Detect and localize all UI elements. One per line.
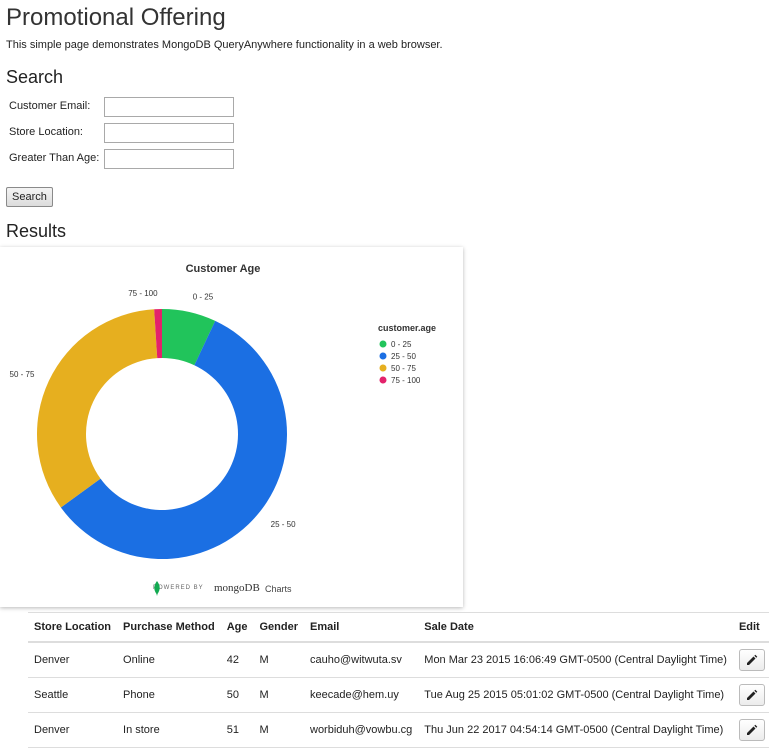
legend-title: customer.age [378, 323, 436, 333]
header-gender: Gender [253, 612, 304, 643]
cell-gender: M [253, 642, 304, 678]
cell-store-location: Denver [28, 712, 118, 748]
legend-label[interactable]: 50 - 75 [391, 364, 416, 373]
search-heading: Search [6, 67, 64, 87]
slice-label: 0 - 25 [193, 292, 214, 301]
legend-label[interactable]: 25 - 50 [391, 352, 416, 361]
legend-swatch [379, 376, 387, 384]
pencil-icon [746, 654, 758, 665]
customer-email-input[interactable] [104, 97, 234, 117]
cell-sale-date: Tue Aug 25 2015 05:01:02 GMT-0500 (Centr… [418, 677, 733, 713]
table-row: Denver In store 51 M worbiduh@vowbu.cg T… [28, 712, 769, 748]
store-location-input[interactable] [104, 123, 234, 143]
cell-purchase-method: Phone [117, 677, 221, 713]
edit-button[interactable] [738, 719, 765, 741]
slice-label: 50 - 75 [10, 370, 35, 379]
cell-edit [732, 677, 769, 713]
cell-store-location: Seattle [28, 677, 118, 713]
header-sale-date: Sale Date [418, 612, 733, 643]
greater-than-age-label: Greater Than Age: [9, 152, 100, 164]
legend-swatch [379, 340, 387, 348]
header-age: Age [220, 612, 254, 643]
table-row: Denver Online 42 M cauho@witwuta.sv Mon … [28, 642, 769, 678]
table-row: Seattle Phone 50 M keecade@hem.uy Tue Au… [28, 677, 769, 713]
results-table: Store Location Purchase Method Age Gende… [28, 612, 769, 748]
cell-email: keecade@hem.uy [304, 677, 419, 713]
legend-items: 0 - 25 25 - 50 50 - 75 75 - 100 [379, 340, 421, 385]
cell-purchase-method: In store [117, 712, 221, 748]
chart-title: Customer Age [186, 263, 261, 275]
cell-age: 50 [220, 677, 254, 713]
chart-slices [37, 309, 287, 559]
store-location-label: Store Location: [9, 126, 83, 138]
page: Promotional Offering This simple page de… [0, 0, 769, 749]
customer-age-chart: Customer Age 0 - 25 25 - 50 50 - 75 75 - 10… [0, 247, 463, 607]
customer-email-label: Customer Email: [9, 100, 91, 112]
page-title: Promotional Offering [6, 4, 226, 31]
customer-email-row: Customer Email: [9, 97, 239, 117]
mongodb-logo-text: mongoDB [214, 582, 260, 594]
cell-age: 51 [220, 712, 254, 748]
legend-label[interactable]: 75 - 100 [391, 376, 421, 385]
header-email: Email [304, 612, 419, 643]
greater-than-age-row: Greater Than Age: [9, 149, 239, 169]
charts-logo-text: Charts [265, 584, 292, 594]
cell-gender: M [253, 712, 304, 748]
mongodb-leaf-icon [154, 581, 160, 596]
header-edit: Edit [732, 612, 769, 643]
results-heading: Results [6, 221, 67, 241]
header-store-location: Store Location [28, 612, 118, 643]
cell-purchase-method: Online [117, 642, 221, 678]
powered-by-mongodb-charts: POWERED BY mongoDB Charts [153, 581, 313, 597]
cell-store-location: Denver [28, 642, 118, 678]
pencil-icon [746, 689, 758, 700]
edit-button[interactable] [738, 684, 765, 706]
store-location-row: Store Location: [9, 123, 239, 143]
intro-text: This simple page demonstrates MongoDB Qu… [6, 39, 443, 51]
header-purchase-method: Purchase Method [117, 612, 221, 643]
cell-edit [732, 642, 769, 678]
table-header-row: Store Location Purchase Method Age Gende… [28, 612, 769, 643]
edit-button[interactable] [738, 649, 765, 671]
slice-50-75[interactable] [37, 309, 158, 508]
slice-label: 75 - 100 [128, 289, 158, 298]
legend-label[interactable]: 0 - 25 [391, 340, 412, 349]
chart-legend: customer.age 0 - 25 25 - 50 50 - 75 75 - 10… [378, 323, 436, 385]
cell-gender: M [253, 677, 304, 713]
donut-chart-svg: Customer Age 0 - 25 25 - 50 50 - 75 75 - 10… [10, 263, 436, 559]
cell-age: 42 [220, 642, 254, 678]
cell-sale-date: Thu Jun 22 2017 04:54:14 GMT-0500 (Centr… [418, 712, 733, 748]
cell-edit [732, 712, 769, 748]
slice-label: 25 - 50 [271, 520, 296, 529]
greater-than-age-input[interactable] [104, 149, 234, 169]
search-button[interactable]: Search [6, 187, 53, 207]
pencil-icon [746, 724, 758, 735]
cell-email: cauho@witwuta.sv [304, 642, 419, 678]
legend-swatch [379, 352, 387, 360]
cell-sale-date: Mon Mar 23 2015 16:06:49 GMT-0500 (Centr… [418, 642, 733, 678]
legend-swatch [379, 364, 387, 372]
cell-email: worbiduh@vowbu.cg [304, 712, 419, 748]
